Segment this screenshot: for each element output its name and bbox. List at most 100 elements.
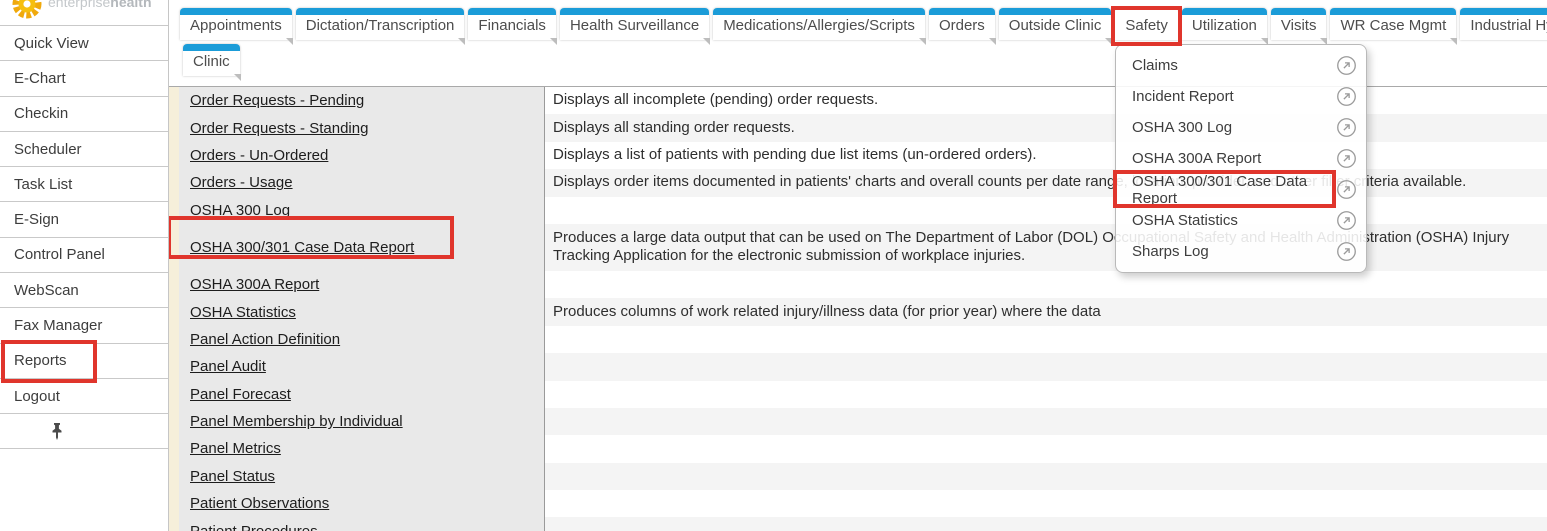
tab-utilization[interactable]: Utilization xyxy=(1182,8,1267,40)
module-tabs: Appointments Dictation/Transcription Finan… xyxy=(180,8,1547,40)
report-link-osha-300-301-case-data-report[interactable]: OSHA 300/301 Case Data Report xyxy=(190,239,414,256)
tab-industrial-hygiene[interactable]: Industrial Hygiene xyxy=(1460,8,1547,40)
tab-orders[interactable]: Orders xyxy=(929,8,995,40)
tab-label: Safety xyxy=(1125,17,1168,34)
pushpin-icon xyxy=(50,423,64,440)
arrow-up-right-circle-icon[interactable] xyxy=(1336,86,1357,107)
report-link-orders-usage[interactable]: Orders - Usage xyxy=(190,174,293,191)
arrow-up-right-circle-icon[interactable] xyxy=(1336,117,1357,138)
tab-accent-bar xyxy=(296,8,465,15)
arrow-up-right-circle-icon[interactable] xyxy=(1336,241,1357,262)
menu-item-label: OSHA 300 Log xyxy=(1132,119,1232,136)
sidebar-item-scheduler[interactable]: Scheduler xyxy=(0,132,168,167)
sidebar-item-label: Fax Manager xyxy=(14,317,102,334)
report-link-osha-300-log[interactable]: OSHA 300 Log xyxy=(190,202,290,219)
table-row: Panel Forecast xyxy=(179,381,1547,408)
report-link-osha-statistics[interactable]: OSHA Statistics xyxy=(190,304,296,321)
tab-accent-bar xyxy=(560,8,709,15)
tab-financials[interactable]: Financials xyxy=(468,8,556,40)
report-link-order-requests-pending[interactable]: Order Requests - Pending xyxy=(190,92,364,109)
app-window: enterprisehealth Quick ViewE-ChartChecki… xyxy=(0,0,1547,531)
report-description xyxy=(545,326,1547,353)
table-row: OSHA 300A Report xyxy=(179,271,1547,298)
tab-dictation-transcription[interactable]: Dictation/Transcription xyxy=(296,8,465,40)
tab-clinic[interactable]: Clinic xyxy=(183,44,240,76)
tab-accent-bar xyxy=(1460,8,1547,15)
report-link-patient-procedures[interactable]: Patient Procedures xyxy=(190,523,318,531)
tab-accent-bar xyxy=(1182,8,1267,15)
tab-safety[interactable]: Safety xyxy=(1115,8,1178,40)
sidebar-item-checkin[interactable]: Checkin xyxy=(0,97,168,132)
table-row: OSHA Statistics Produces columns of work … xyxy=(179,298,1547,325)
left-accent-strip xyxy=(169,87,179,531)
tab-label: Outside Clinic xyxy=(1009,17,1102,34)
report-link-panel-status[interactable]: Panel Status xyxy=(190,468,275,485)
sidebar-item-e-sign[interactable]: E-Sign xyxy=(0,202,168,237)
tab-menu-fold-icon xyxy=(234,74,241,81)
sun-gear-icon xyxy=(9,0,45,22)
report-link-patient-observations[interactable]: Patient Observations xyxy=(190,495,329,512)
tab-medications-allergies-scripts[interactable]: Medications/Allergies/Scripts xyxy=(713,8,925,40)
tab-accent-bar xyxy=(180,8,292,15)
report-link-panel-audit[interactable]: Panel Audit xyxy=(190,358,266,375)
menu-item-label: Sharps Log xyxy=(1132,243,1209,260)
arrow-up-right-circle-icon[interactable] xyxy=(1336,210,1357,231)
tab-menu-fold-icon xyxy=(1450,38,1457,45)
tab-label: Visits xyxy=(1281,17,1317,34)
tab-accent-bar xyxy=(713,8,925,15)
report-link-orders-un-ordered[interactable]: Orders - Un-Ordered xyxy=(190,147,328,164)
tab-accent-bar xyxy=(1330,8,1456,15)
report-link-osha-300a-report[interactable]: OSHA 300A Report xyxy=(190,276,319,293)
menu-item-label: OSHA 300A Report xyxy=(1132,150,1261,167)
sidebar-item-label: Checkin xyxy=(14,105,68,122)
report-description xyxy=(545,271,1547,298)
sidebar-item-reports[interactable]: Reports xyxy=(0,344,168,379)
menu-item-osha-300-log[interactable]: OSHA 300 Log xyxy=(1116,112,1366,143)
report-description: Displays all standing order requests. xyxy=(545,114,1547,141)
sidebar-item-logout[interactable]: Logout xyxy=(0,379,168,414)
report-link-panel-forecast[interactable]: Panel Forecast xyxy=(190,386,291,403)
tab-label: Orders xyxy=(939,17,985,34)
sidebar-pin-button[interactable] xyxy=(0,414,168,449)
menu-item-osha-300a-report[interactable]: OSHA 300A Report xyxy=(1116,143,1366,174)
report-link-panel-membership-by-individual[interactable]: Panel Membership by Individual xyxy=(190,413,403,430)
sidebar-item-label: Logout xyxy=(14,388,60,405)
tab-accent-bar xyxy=(468,8,556,15)
tab-outside-clinic[interactable]: Outside Clinic xyxy=(999,8,1112,40)
sidebar-item-webscan[interactable]: WebScan xyxy=(0,273,168,308)
report-link-cell: Patient Procedures xyxy=(179,517,545,531)
report-description: Produces columns of work related injury/… xyxy=(545,298,1547,325)
sidebar-item-task-list[interactable]: Task List xyxy=(0,167,168,202)
menu-item-osha-300-301-case-data-report[interactable]: OSHA 300/301 Case Data Report xyxy=(1116,174,1366,205)
report-link-order-requests-standing[interactable]: Order Requests - Standing xyxy=(190,120,368,137)
tab-wr-case-mgmt[interactable]: WR Case Mgmt xyxy=(1330,8,1456,40)
arrow-up-right-circle-icon[interactable] xyxy=(1336,55,1357,76)
sidebar-item-label: E-Sign xyxy=(14,211,59,228)
sidebar-item-e-chart[interactable]: E-Chart xyxy=(0,61,168,96)
sidebar-item-control-panel[interactable]: Control Panel xyxy=(0,238,168,273)
menu-item-osha-statistics[interactable]: OSHA Statistics xyxy=(1116,205,1366,236)
arrow-up-right-circle-icon[interactable] xyxy=(1336,148,1357,169)
menu-item-sharps-log[interactable]: Sharps Log xyxy=(1116,236,1366,267)
table-row: Patient Observations xyxy=(179,490,1547,517)
menu-item-label: OSHA 300/301 Case Data Report xyxy=(1132,173,1336,207)
report-link-panel-action-definition[interactable]: Panel Action Definition xyxy=(190,331,340,348)
tab-visits[interactable]: Visits xyxy=(1271,8,1327,40)
sidebar-item-quick-view[interactable]: Quick View xyxy=(0,26,168,61)
tab-label: Dictation/Transcription xyxy=(306,17,455,34)
report-description xyxy=(545,353,1547,380)
report-link-panel-metrics[interactable]: Panel Metrics xyxy=(190,440,281,457)
sidebar-item-label: WebScan xyxy=(14,282,79,299)
menu-item-incident-report[interactable]: Incident Report xyxy=(1116,81,1366,112)
sidebar-item-fax-manager[interactable]: Fax Manager xyxy=(0,308,168,343)
safety-dropdown-menu: ClaimsIncident Report OSHA 300 Log OSHA 30… xyxy=(1115,44,1367,273)
report-description xyxy=(545,435,1547,462)
menu-item-claims[interactable]: Claims xyxy=(1116,50,1366,81)
arrow-up-right-circle-icon[interactable] xyxy=(1336,179,1357,200)
tab-label: Appointments xyxy=(190,17,282,34)
report-description xyxy=(545,381,1547,408)
tab-health-surveillance[interactable]: Health Surveillance xyxy=(560,8,709,40)
menu-item-label: OSHA Statistics xyxy=(1132,212,1238,229)
report-link-cell: Orders - Un-Ordered xyxy=(179,142,545,169)
tab-appointments[interactable]: Appointments xyxy=(180,8,292,40)
